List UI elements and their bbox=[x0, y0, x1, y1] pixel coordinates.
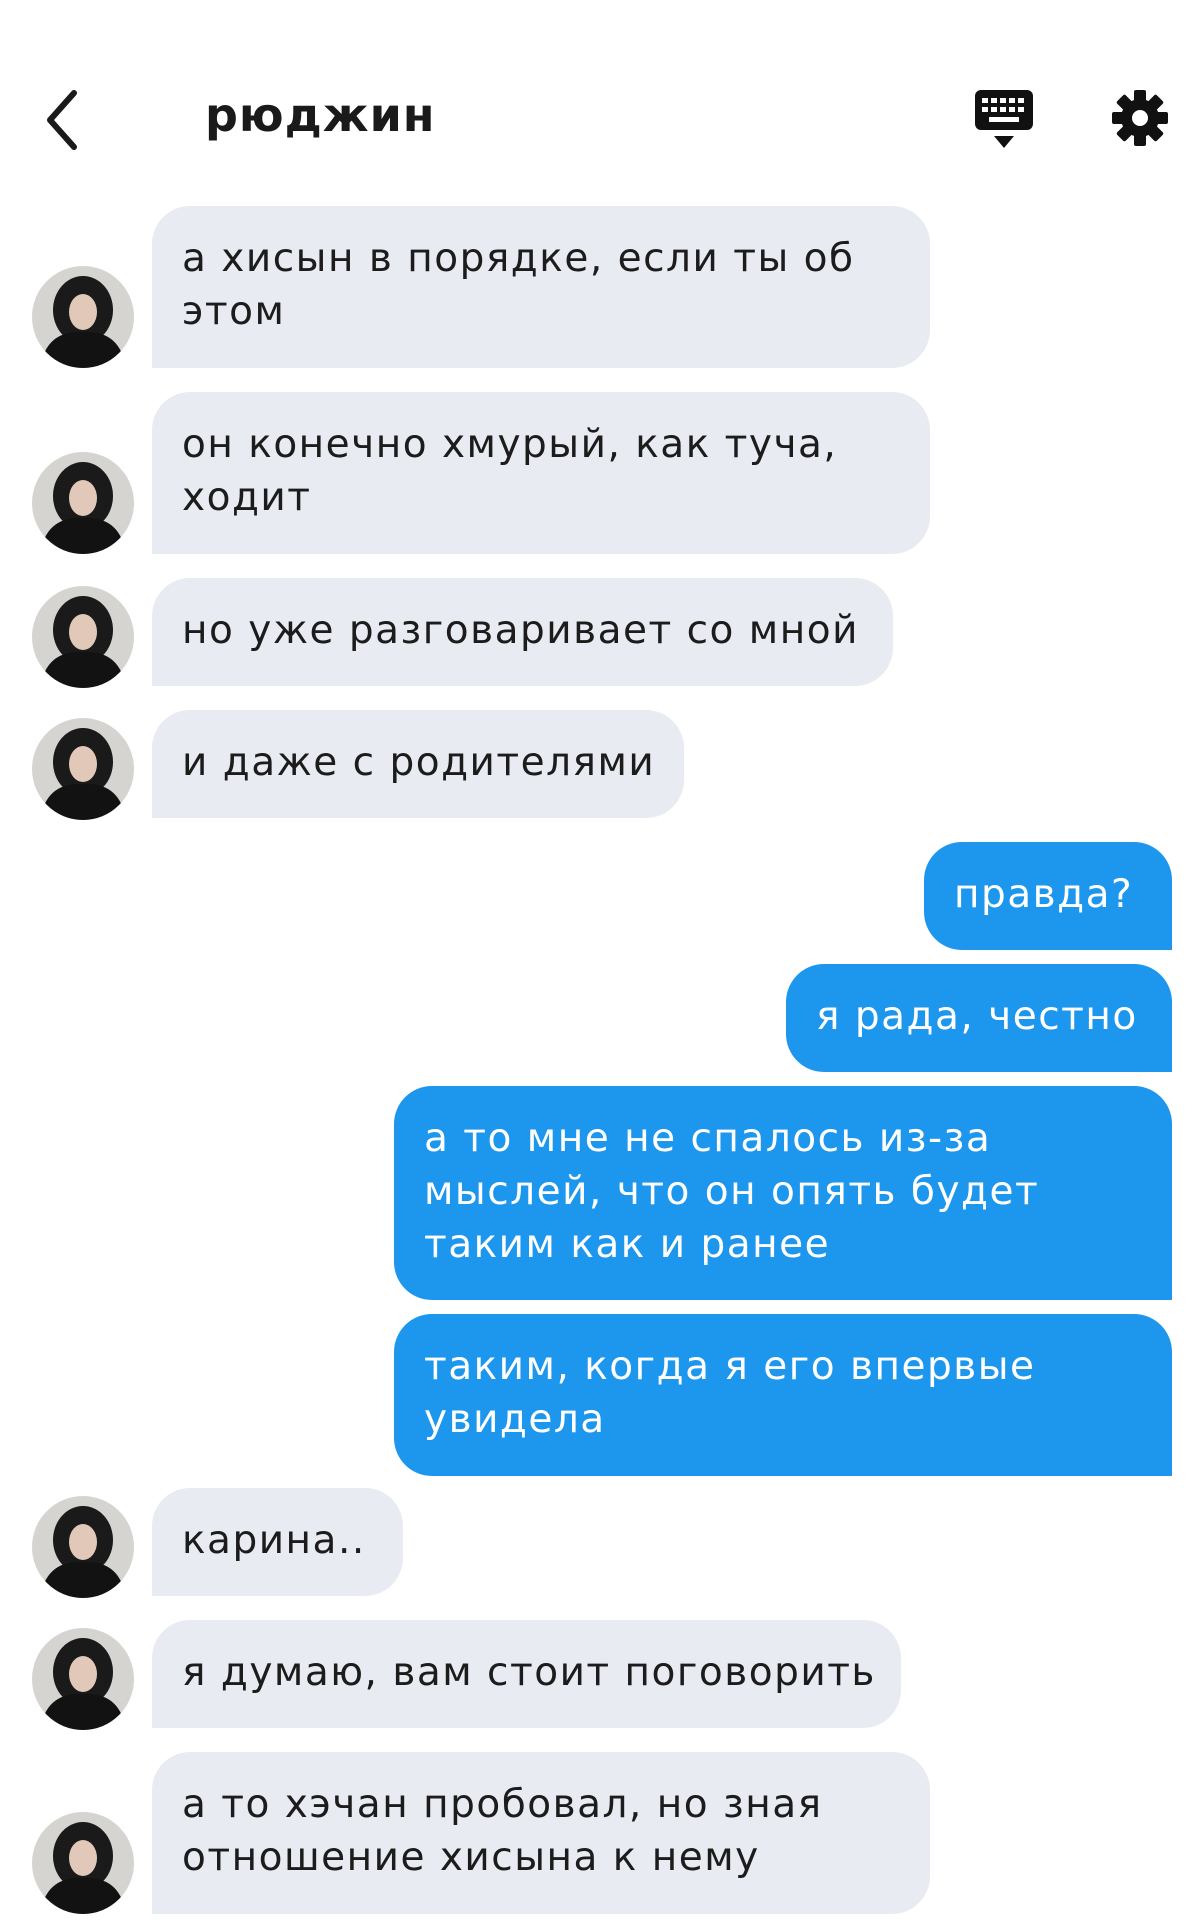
avatar[interactable] bbox=[32, 452, 134, 554]
avatar[interactable] bbox=[32, 1812, 134, 1914]
message-bubble-incoming[interactable]: а хисын в порядке, если ты об этом bbox=[152, 206, 930, 368]
avatar[interactable] bbox=[32, 718, 134, 820]
keyboard-icon bbox=[975, 90, 1033, 148]
message-text: но уже разговаривает со мной bbox=[182, 608, 859, 653]
settings-button[interactable] bbox=[1110, 88, 1170, 148]
message-bubble-incoming[interactable]: я думаю, вам стоит поговорить bbox=[152, 1620, 901, 1728]
chat-title: рюджин bbox=[205, 88, 436, 142]
message-bubble-incoming[interactable]: а то хэчан пробовал, но зная отношение х… bbox=[152, 1752, 930, 1914]
message-bubble-incoming[interactable]: и даже с родителями bbox=[152, 710, 684, 818]
message-text: он конечно хмурый, как туча, ходит bbox=[182, 422, 838, 520]
keyboard-button[interactable] bbox=[975, 90, 1033, 150]
message-text: а то мне не спалось из-за мыслей, что он… bbox=[424, 1116, 1040, 1267]
message-text: а хисын в порядке, если ты об этом bbox=[182, 236, 855, 334]
message-bubble-incoming[interactable]: но уже разговаривает со мной bbox=[152, 578, 893, 686]
message-bubble-incoming[interactable]: карина.. bbox=[152, 1488, 403, 1596]
message-text: я рада, честно bbox=[816, 994, 1138, 1039]
avatar-photo-icon bbox=[32, 1628, 134, 1730]
message-text: карина.. bbox=[182, 1518, 366, 1563]
chevron-left-icon bbox=[47, 90, 77, 150]
message-bubble-outgoing[interactable]: таким, когда я его впервые увидела bbox=[394, 1314, 1172, 1476]
avatar[interactable] bbox=[32, 586, 134, 688]
avatar[interactable] bbox=[32, 1628, 134, 1730]
message-bubble-outgoing[interactable]: правда? bbox=[924, 842, 1172, 950]
message-text: таким, когда я его впервые увидела bbox=[424, 1344, 1036, 1442]
avatar-photo-icon bbox=[32, 266, 134, 368]
avatar-photo-icon bbox=[32, 452, 134, 554]
avatar-photo-icon bbox=[32, 718, 134, 820]
message-bubble-outgoing[interactable]: а то мне не спалось из-за мыслей, что он… bbox=[394, 1086, 1172, 1300]
avatar[interactable] bbox=[32, 1496, 134, 1598]
message-bubble-incoming[interactable]: он конечно хмурый, как туча, ходит bbox=[152, 392, 930, 554]
message-text: а то хэчан пробовал, но зная отношение х… bbox=[182, 1782, 823, 1880]
avatar-photo-icon bbox=[32, 1496, 134, 1598]
message-text: и даже с родителями bbox=[182, 740, 656, 785]
gear-icon bbox=[1112, 90, 1168, 146]
message-text: я думаю, вам стоит поговорить bbox=[182, 1650, 876, 1695]
avatar-photo-icon bbox=[32, 1812, 134, 1914]
back-button[interactable] bbox=[40, 85, 90, 155]
avatar[interactable] bbox=[32, 266, 134, 368]
message-text: правда? bbox=[954, 872, 1134, 917]
message-bubble-outgoing[interactable]: я рада, честно bbox=[786, 964, 1172, 1072]
chat-header: рюджин bbox=[0, 0, 1200, 180]
avatar-photo-icon bbox=[32, 586, 134, 688]
